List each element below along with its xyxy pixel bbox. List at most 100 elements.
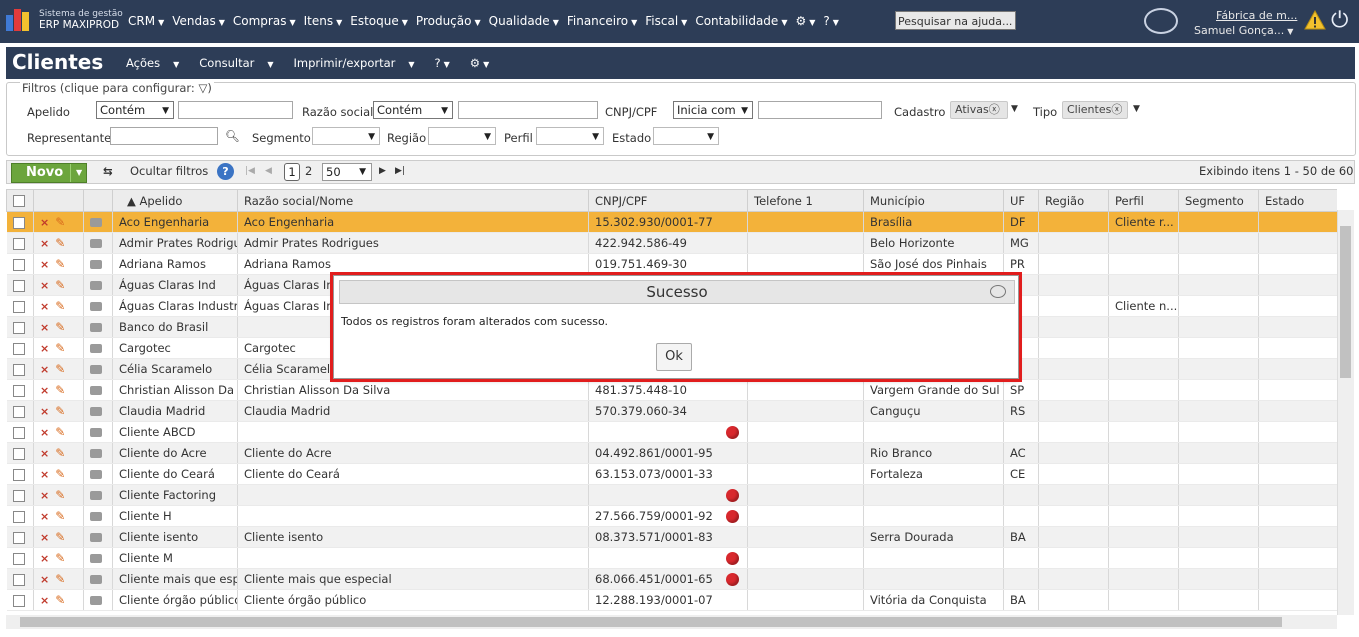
printer-icon[interactable]	[90, 302, 102, 311]
row-checkbox[interactable]	[6, 526, 34, 548]
printer-icon[interactable]	[90, 491, 102, 500]
printer-icon[interactable]	[90, 407, 102, 416]
brand-text[interactable]: Sistema de gestão ERP MAXIPROD	[39, 9, 123, 31]
printer-icon[interactable]	[90, 218, 102, 227]
row-checkbox[interactable]	[6, 316, 34, 338]
cell-apelido[interactable]: Águas Claras Industri	[112, 295, 238, 317]
search-icon[interactable]: 🔍︎	[225, 129, 240, 143]
menu-financeiro[interactable]: Financeiro ▼	[567, 14, 637, 28]
printer-icon[interactable]	[90, 386, 102, 395]
horizontal-scrollbar[interactable]	[6, 615, 1337, 629]
column-header-cnpj[interactable]: CNPJ/CPF	[588, 189, 748, 212]
printer-icon[interactable]	[90, 323, 102, 332]
printer-icon[interactable]	[90, 512, 102, 521]
row-checkbox[interactable]	[6, 295, 34, 317]
cell-apelido[interactable]: Aco Engenharia	[112, 211, 238, 233]
row-checkbox[interactable]	[6, 463, 34, 485]
printer-icon[interactable]	[90, 344, 102, 353]
edit-icon[interactable]: ✎	[55, 509, 65, 523]
vertical-scrollbar[interactable]	[1337, 210, 1354, 615]
column-header-estado[interactable]: Estado	[1258, 189, 1337, 212]
row-checkbox[interactable]	[6, 589, 34, 611]
edit-icon[interactable]: ✎	[55, 257, 65, 271]
column-header-regiao[interactable]: Região	[1038, 189, 1109, 212]
table-row[interactable]: × ✎ Cliente isento Cliente isento 08.373.571…	[6, 526, 1337, 548]
cell-apelido[interactable]: Cliente do Acre	[112, 442, 238, 464]
chat-icon[interactable]	[1144, 8, 1178, 34]
delete-icon[interactable]: ×	[40, 258, 49, 271]
hide-filters-button[interactable]: Ocultar filtros	[130, 164, 208, 178]
printer-icon[interactable]	[90, 533, 102, 542]
cell-apelido[interactable]: Cliente órgão público	[112, 589, 238, 611]
cell-apelido[interactable]: Christian Alisson Da S	[112, 379, 238, 401]
edit-icon[interactable]: ✎	[55, 383, 65, 397]
cell-apelido[interactable]: Cliente isento	[112, 526, 238, 548]
actions-menu[interactable]: Ações ▼	[126, 56, 189, 70]
menu-vendas[interactable]: Vendas ▼	[172, 14, 225, 28]
delete-icon[interactable]: ×	[40, 573, 49, 586]
company-link[interactable]: Fábrica de m...	[1216, 9, 1297, 22]
edit-icon[interactable]: ✎	[55, 593, 65, 607]
print-export-menu[interactable]: Imprimir/exportar ▼	[294, 56, 425, 70]
table-row[interactable]: × ✎ Admir Prates Rodrigu Admir Prates Rodri…	[6, 232, 1337, 254]
table-row[interactable]: × ✎ Cliente Factoring	[6, 484, 1337, 506]
delete-icon[interactable]: ×	[40, 342, 49, 355]
row-checkbox[interactable]	[6, 442, 34, 464]
cell-apelido[interactable]: Adriana Ramos	[112, 253, 238, 275]
row-checkbox[interactable]	[6, 505, 34, 527]
help-icon[interactable]: ?	[217, 163, 234, 180]
edit-icon[interactable]: ✎	[55, 215, 65, 229]
edit-icon[interactable]: ✎	[55, 467, 65, 481]
user-menu[interactable]: Samuel Gonça... ▼	[1194, 24, 1293, 37]
printer-icon[interactable]	[90, 260, 102, 269]
delete-icon[interactable]: ×	[40, 321, 49, 334]
delete-icon[interactable]: ×	[40, 237, 49, 250]
delete-icon[interactable]: ×	[40, 426, 49, 439]
edit-icon[interactable]: ✎	[55, 362, 65, 376]
menu-contabilidade[interactable]: Contabilidade ▼	[695, 14, 787, 28]
row-checkbox[interactable]	[6, 358, 34, 380]
page-size-select[interactable]: 50 ▼	[322, 163, 372, 181]
table-row[interactable]: × ✎ Cliente do Acre Cliente do Acre 04.492.8…	[6, 442, 1337, 464]
printer-icon[interactable]	[90, 575, 102, 584]
cadastro-dropdown[interactable]: ▼	[1011, 104, 1018, 114]
column-header-segmento[interactable]: Segmento	[1178, 189, 1259, 212]
table-row[interactable]: × ✎ Claudia Madrid Claudia Madrid 570.379.06…	[6, 400, 1337, 422]
delete-icon[interactable]: ×	[40, 405, 49, 418]
refresh-icon[interactable]: ⇆	[103, 164, 113, 178]
apelido-mode-select[interactable]: Contém ▼	[96, 101, 174, 119]
cell-apelido[interactable]: Cliente mais que espe	[112, 568, 238, 590]
edit-icon[interactable]: ✎	[55, 320, 65, 334]
gear-icon[interactable]: ⚙ ▼	[470, 56, 499, 70]
row-checkbox[interactable]	[6, 232, 34, 254]
printer-icon[interactable]	[90, 596, 102, 605]
edit-icon[interactable]: ✎	[55, 551, 65, 565]
edit-icon[interactable]: ✎	[55, 341, 65, 355]
row-checkbox[interactable]	[6, 421, 34, 443]
apelido-input[interactable]	[178, 101, 293, 119]
page-2-link[interactable]: 2	[305, 164, 312, 178]
maxiprod-logo-icon[interactable]	[6, 9, 32, 33]
delete-icon[interactable]: ×	[40, 489, 49, 502]
table-row[interactable]: × ✎ Aco Engenharia Aco Engenharia 15.302.930…	[6, 211, 1337, 233]
table-row[interactable]: × ✎ Cliente do Ceará Cliente do Ceará 63.153…	[6, 463, 1337, 485]
delete-icon[interactable]: ×	[40, 594, 49, 607]
cell-apelido[interactable]: Célia Scaramelo	[112, 358, 238, 380]
row-checkbox[interactable]	[6, 568, 34, 590]
column-header-razao[interactable]: Razão social/Nome	[237, 189, 589, 212]
menu-itens[interactable]: Itens ▼	[304, 14, 343, 28]
column-header-uf[interactable]: UF	[1003, 189, 1039, 212]
edit-icon[interactable]: ✎	[55, 278, 65, 292]
column-header-municipio[interactable]: Município	[863, 189, 1004, 212]
row-checkbox[interactable]	[6, 379, 34, 401]
edit-icon[interactable]: ✎	[55, 236, 65, 250]
column-header-telefone[interactable]: Telefone 1	[747, 189, 864, 212]
menu-producao[interactable]: Produção ▼	[416, 14, 481, 28]
cell-apelido[interactable]: Cliente H	[112, 505, 238, 527]
warning-icon[interactable]	[1304, 10, 1326, 30]
razao-mode-select[interactable]: Contém ▼	[373, 101, 453, 119]
table-row[interactable]: × ✎ Cliente órgão público Cliente órgão púb…	[6, 589, 1337, 611]
delete-icon[interactable]: ×	[40, 447, 49, 460]
printer-icon[interactable]	[90, 554, 102, 563]
delete-icon[interactable]: ×	[40, 552, 49, 565]
